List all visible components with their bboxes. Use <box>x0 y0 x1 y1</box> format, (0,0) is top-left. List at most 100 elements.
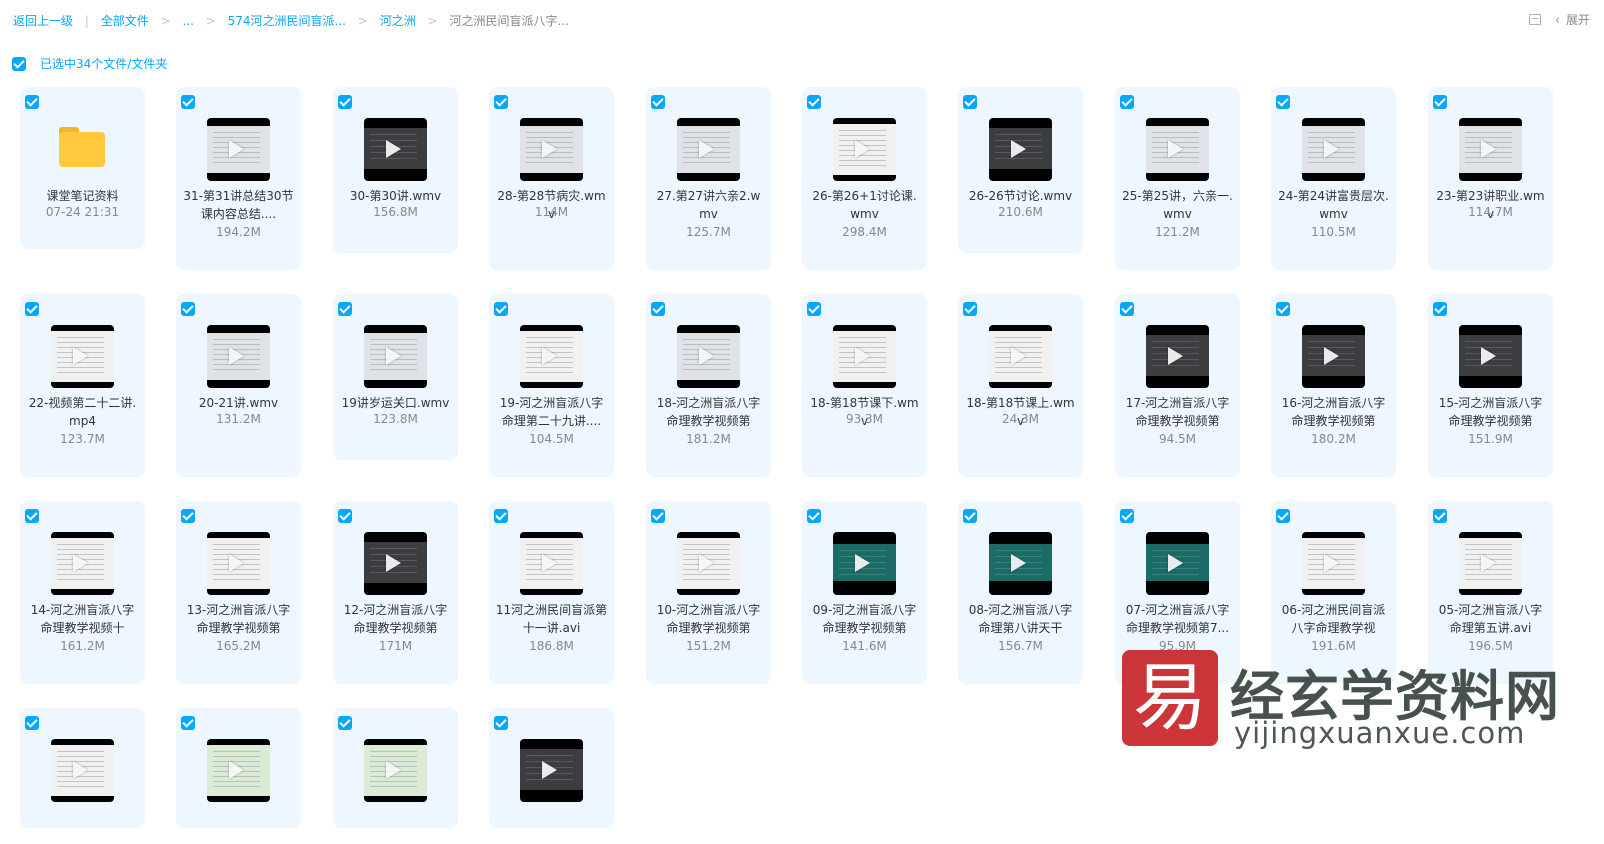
file-card[interactable]: 16-河之洲盲派八字命理教学视频第 180.2M <box>1271 294 1396 477</box>
folder-card[interactable]: 课堂笔记资料 07-24 21:31 <box>20 87 145 249</box>
file-card[interactable]: 22-视频第二十二讲.mp4 123.7M <box>20 294 145 477</box>
file-card[interactable]: 11河之洲民间盲派第十一讲.avi 186.8M <box>489 501 614 684</box>
file-checkbox[interactable] <box>181 716 195 730</box>
file-card[interactable]: 15-河之洲盲派八字命理教学视频第 151.9M <box>1428 294 1553 477</box>
file-card[interactable] <box>20 708 145 828</box>
video-thumbnail <box>1302 532 1365 595</box>
file-card[interactable]: 25-第25讲，六亲一.wmv 121.2M <box>1115 87 1240 270</box>
play-icon <box>855 554 870 572</box>
file-checkbox[interactable] <box>494 716 508 730</box>
file-card[interactable]: 19讲岁运关口.wmv 123.8M <box>333 294 458 460</box>
file-card[interactable]: 08-河之洲盲派八字命理第八讲天干 156.7M <box>958 501 1083 684</box>
file-card[interactable]: 18-河之洲盲派八字命理教学视频第 181.2M <box>646 294 771 477</box>
video-thumbnail <box>1302 118 1365 181</box>
file-checkbox[interactable] <box>494 509 508 523</box>
file-checkbox[interactable] <box>963 509 977 523</box>
file-card[interactable]: 18-第18节课下.wmv 93.3M <box>802 294 927 477</box>
file-card[interactable]: 13-河之洲盲派八字命理教学视频第 165.2M <box>176 501 301 684</box>
file-card[interactable]: 24-第24讲富贵层次.wmv 110.5M <box>1271 87 1396 270</box>
file-checkbox[interactable] <box>807 509 821 523</box>
file-checkbox[interactable] <box>963 302 977 316</box>
file-card[interactable]: 12-河之洲盲派八字命理教学视频第 171M <box>333 501 458 684</box>
watermark: 易 经玄学资料网 yijingxuanxue.com <box>1122 650 1562 750</box>
file-checkbox[interactable] <box>807 95 821 109</box>
file-name: 12-河之洲盲派八字命理教学视频第 <box>343 603 448 635</box>
breadcrumb-folder-574[interactable]: 574河之洲民间盲派... <box>228 14 346 28</box>
file-card[interactable]: 17-河之洲盲派八字命理教学视频第 94.5M <box>1115 294 1240 477</box>
play-icon <box>386 140 401 158</box>
video-thumbnail <box>1146 118 1209 181</box>
file-card[interactable] <box>176 708 301 828</box>
file-checkbox[interactable] <box>1433 509 1447 523</box>
file-card[interactable] <box>333 708 458 828</box>
breadcrumb-separator: > <box>427 14 438 28</box>
file-name: 06-河之洲民间盲派八字命理教学视 <box>1281 603 1386 635</box>
play-icon <box>1168 140 1183 158</box>
file-checkbox[interactable] <box>651 509 665 523</box>
file-card[interactable]: 18-第18节课上.wmv 24.3M <box>958 294 1083 477</box>
file-checkbox[interactable] <box>25 716 39 730</box>
file-checkbox[interactable] <box>25 302 39 316</box>
video-thumbnail <box>1459 118 1522 181</box>
play-icon <box>1481 140 1496 158</box>
file-checkbox[interactable] <box>1433 302 1447 316</box>
file-checkbox[interactable] <box>181 95 195 109</box>
file-checkbox[interactable] <box>494 95 508 109</box>
file-card[interactable]: 20-21讲.wmv 131.2M <box>176 294 301 477</box>
file-card[interactable]: 27.第27讲六亲2.wmv 125.7M <box>646 87 771 270</box>
file-card[interactable]: 28-第28节病灾.wmv 114M <box>489 87 614 270</box>
file-card[interactable]: 23-第23讲职业.wmv 114.7M <box>1428 87 1553 270</box>
file-card[interactable]: 26-26节讨论.wmv 210.6M <box>958 87 1083 253</box>
file-checkbox[interactable] <box>1276 95 1290 109</box>
file-card[interactable]: 31-第31讲总结30节课内容总结.... 194.2M <box>176 87 301 270</box>
file-checkbox[interactable] <box>494 302 508 316</box>
file-checkbox[interactable] <box>963 95 977 109</box>
file-checkbox[interactable] <box>181 302 195 316</box>
file-checkbox[interactable] <box>1276 509 1290 523</box>
file-checkbox[interactable] <box>338 95 352 109</box>
file-checkbox[interactable] <box>25 95 39 109</box>
play-icon <box>855 140 870 158</box>
file-card[interactable]: 14-河之洲盲派八字命理教学视频十 161.2M <box>20 501 145 684</box>
file-checkbox[interactable] <box>1120 509 1134 523</box>
file-checkbox[interactable] <box>1276 302 1290 316</box>
expand-button[interactable]: ‹ 展开 <box>1555 11 1590 28</box>
play-icon <box>542 761 557 779</box>
breadcrumb-back[interactable]: 返回上一级 <box>13 14 73 28</box>
file-checkbox[interactable] <box>1120 95 1134 109</box>
play-icon <box>386 554 401 572</box>
play-icon <box>73 761 88 779</box>
file-card[interactable]: 30-第30讲.wmv 156.8M <box>333 87 458 253</box>
select-all-checkbox[interactable] <box>12 56 26 71</box>
file-card[interactable] <box>489 708 614 828</box>
file-size: 114.7M <box>1468 205 1513 219</box>
file-checkbox[interactable] <box>338 509 352 523</box>
file-name: 08-河之洲盲派八字命理第八讲天干 <box>968 603 1073 635</box>
file-checkbox[interactable] <box>181 509 195 523</box>
file-checkbox[interactable] <box>1433 95 1447 109</box>
file-checkbox[interactable] <box>1120 302 1134 316</box>
chevron-left-icon: ‹ <box>1555 12 1560 27</box>
file-size: 156.8M <box>373 205 418 219</box>
file-card[interactable]: 09-河之洲盲派八字命理教学视频第 141.6M <box>802 501 927 684</box>
file-checkbox[interactable] <box>651 302 665 316</box>
file-card[interactable]: 10-河之洲盲派八字命理教学视频第 151.2M <box>646 501 771 684</box>
file-checkbox[interactable] <box>338 302 352 316</box>
breadcrumb-all-files[interactable]: 全部文件 <box>101 14 149 28</box>
file-size: 298.4M <box>842 225 887 239</box>
file-name: 07-河之洲盲派八字命理教学视频第7... <box>1125 603 1230 635</box>
file-checkbox[interactable] <box>25 509 39 523</box>
file-checkbox[interactable] <box>338 716 352 730</box>
breadcrumb-ellipsis[interactable]: ... <box>182 14 193 28</box>
file-name: 13-河之洲盲派八字命理教学视频第 <box>186 603 291 635</box>
video-thumbnail <box>364 118 427 181</box>
view-mode-icon[interactable] <box>1529 14 1542 25</box>
play-icon <box>73 347 88 365</box>
breadcrumb: 返回上一级 | 全部文件 > ... > 574河之洲民间盲派... > 河之洲… <box>13 12 569 29</box>
breadcrumb-folder-hezhizhou[interactable]: 河之洲 <box>380 14 416 28</box>
file-card[interactable]: 19-河之洲盲派八字命理第二十九讲.... 104.5M <box>489 294 614 477</box>
file-checkbox[interactable] <box>651 95 665 109</box>
file-checkbox[interactable] <box>807 302 821 316</box>
video-thumbnail <box>989 532 1052 595</box>
file-card[interactable]: 26-第26+1讨论课.wmv 298.4M <box>802 87 927 270</box>
